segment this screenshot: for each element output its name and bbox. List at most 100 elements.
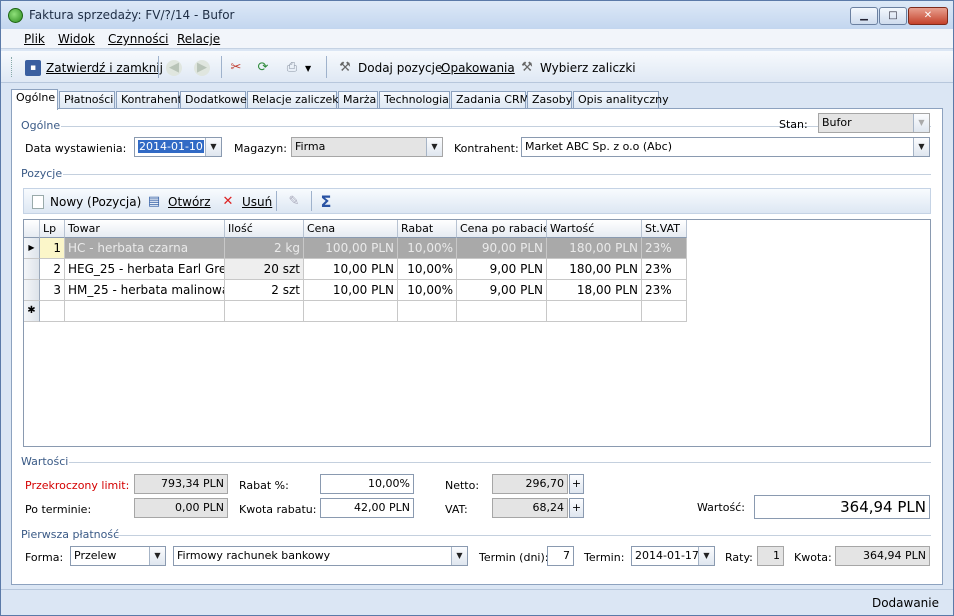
term-days-field[interactable]: 7 (547, 546, 574, 566)
cell-cena-po-rabacie[interactable]: 90,00 PLN (457, 238, 547, 259)
column-header-cena-po-rabacie[interactable]: Cena po rabacie (457, 220, 547, 238)
minimize-button[interactable]: ▁ (850, 7, 878, 25)
tools-button[interactable]: ✂ (228, 58, 249, 78)
cell-towar[interactable]: HC - herbata czarna (65, 238, 225, 259)
tab-relacje-zaliczek[interactable]: Relacje zaliczek (247, 91, 339, 109)
print-button[interactable]: ⎙ ▼ (284, 58, 311, 78)
vat-label: VAT: (445, 503, 468, 516)
cell-empty[interactable] (40, 301, 65, 322)
column-header-rabat[interactable]: Rabat (398, 220, 457, 238)
cell-stvat[interactable]: 23% (642, 259, 687, 280)
tab-zasoby[interactable]: Zasoby (527, 91, 572, 109)
maximize-button[interactable]: □ (879, 7, 907, 25)
cell-ilosc[interactable]: 2 szt (225, 280, 304, 301)
cell-cena[interactable]: 100,00 PLN (304, 238, 398, 259)
cell-empty[interactable] (398, 301, 457, 322)
cell-empty[interactable] (65, 301, 225, 322)
cell-lp[interactable]: 2 (40, 259, 65, 280)
tab-zadania-crm[interactable]: Zadania CRM (451, 91, 529, 109)
menu-plik[interactable]: Plik (24, 32, 45, 46)
column-header-wartosc[interactable]: Wartość (547, 220, 642, 238)
edit-button[interactable]: ✎ (286, 193, 308, 211)
sum-button[interactable]: Σ (318, 193, 340, 211)
column-header-cena[interactable]: Cena (304, 220, 398, 238)
cell-lp[interactable]: 3 (40, 280, 65, 301)
tab-opis-analityczny[interactable]: Opis analityczny (573, 91, 669, 109)
chevron-down-icon[interactable]: ▼ (451, 547, 467, 565)
menu-relacje[interactable]: Relacje (177, 32, 220, 46)
column-header-ilosc[interactable]: Ilość (225, 220, 304, 238)
delete-button[interactable]: ✕ Usuń (220, 193, 273, 211)
tab-kontrahent[interactable]: Kontrahent (116, 91, 182, 109)
payment-form-select[interactable]: Przelew ▼ (70, 546, 166, 566)
issue-date-field[interactable]: 2014-01-10 ▼ (134, 137, 222, 157)
add-items-button[interactable]: ⚒ Dodaj pozycje (337, 58, 442, 78)
tab-ogolne[interactable]: Ogólne (11, 89, 58, 110)
tab-platnosci[interactable]: Płatności (59, 91, 115, 109)
cell-cena[interactable]: 10,00 PLN (304, 280, 398, 301)
installments-label: Raty: (725, 551, 753, 564)
cell-empty[interactable] (225, 301, 304, 322)
net-value: 296,70 (492, 474, 568, 494)
printer-icon: ⎙ (286, 60, 298, 75)
select-advances-button[interactable]: ⚒ Wybierz zaliczki (519, 58, 635, 78)
chevron-down-icon[interactable]: ▼ (426, 138, 442, 156)
column-header-lp[interactable]: Lp (40, 220, 65, 238)
tab-marza[interactable]: Marża (338, 91, 378, 109)
cell-empty[interactable] (642, 301, 687, 322)
chevron-down-icon[interactable]: ▼ (698, 547, 714, 565)
due-date-field[interactable]: 2014-01-17 ▼ (631, 546, 715, 566)
cell-wartosc[interactable]: 180,00 PLN (547, 238, 642, 259)
cell-cena[interactable]: 10,00 PLN (304, 259, 398, 280)
confirm-close-button[interactable]: ▪ Zatwierdź i zamknij (25, 58, 163, 78)
contractor-select[interactable]: Market ABC Sp. z o.o (Abc) ▼ (521, 137, 930, 157)
cell-empty[interactable] (547, 301, 642, 322)
bank-account-select[interactable]: Firmowy rachunek bankowy ▼ (173, 546, 468, 566)
cell-empty[interactable] (304, 301, 398, 322)
tab-technologia[interactable]: Technologia (379, 91, 450, 109)
section-divider (69, 462, 931, 463)
cell-stvat[interactable]: 23% (642, 280, 687, 301)
column-header-stvat[interactable]: St.VAT (642, 220, 687, 238)
tab-dodatkowe[interactable]: Dodatkowe (180, 91, 247, 109)
tab-strip: Ogólne Płatności Kontrahent Dodatkowe Re… (11, 89, 943, 110)
cell-cena-po-rabacie[interactable]: 9,00 PLN (457, 280, 547, 301)
new-position-button[interactable]: Nowy (Pozycja) (32, 193, 141, 211)
forward-button[interactable]: ▶ (194, 58, 215, 78)
cell-wartosc[interactable]: 180,00 PLN (547, 259, 642, 280)
net-details-button[interactable]: + (569, 474, 584, 494)
edit-document-icon: ✎ (288, 194, 300, 209)
back-button[interactable]: ◀ (166, 58, 187, 78)
cell-ilosc[interactable]: 20 szt (225, 259, 304, 280)
discount-amount-field[interactable]: 42,00 PLN (320, 498, 414, 518)
warehouse-label: Magazyn: (234, 142, 287, 155)
cell-rabat[interactable]: 10,00% (398, 280, 457, 301)
cell-towar[interactable]: HEG_25 - herbata Earl Grey (65, 259, 225, 280)
cell-rabat[interactable]: 10,00% (398, 259, 457, 280)
discount-percent-field[interactable]: 10,00% (320, 474, 414, 494)
cell-rabat[interactable]: 10,00% (398, 238, 457, 259)
cell-wartosc[interactable]: 18,00 PLN (547, 280, 642, 301)
warehouse-select[interactable]: Firma ▼ (291, 137, 443, 157)
cell-cena-po-rabacie[interactable]: 9,00 PLN (457, 259, 547, 280)
issue-date-label: Data wystawienia: (25, 142, 127, 155)
cell-stvat[interactable]: 23% (642, 238, 687, 259)
state-select: Bufor ▼ (818, 113, 930, 133)
cell-ilosc[interactable]: 2 kg (225, 238, 304, 259)
vat-details-button[interactable]: + (569, 498, 584, 518)
section-title-first-payment: Pierwsza płatność (21, 528, 120, 541)
refresh-button[interactable]: ⟳ (255, 58, 276, 78)
cell-towar[interactable]: HM_25 - herbata malinowa (65, 280, 225, 301)
cell-empty[interactable] (457, 301, 547, 322)
open-button[interactable]: ▤ Otwórz (146, 193, 211, 211)
packaging-button[interactable]: Opakowania (441, 58, 515, 78)
close-button[interactable]: ✕ (908, 7, 948, 25)
chevron-down-icon[interactable]: ▼ (913, 138, 929, 156)
status-mode: Dodawanie (871, 596, 939, 610)
cell-lp[interactable]: 1 (40, 238, 65, 259)
column-header-towar[interactable]: Towar (65, 220, 225, 238)
menu-czynnosci[interactable]: Czynności (108, 32, 169, 46)
chevron-down-icon[interactable]: ▼ (149, 547, 165, 565)
chevron-down-icon[interactable]: ▼ (205, 138, 221, 156)
menu-widok[interactable]: Widok (58, 32, 95, 46)
